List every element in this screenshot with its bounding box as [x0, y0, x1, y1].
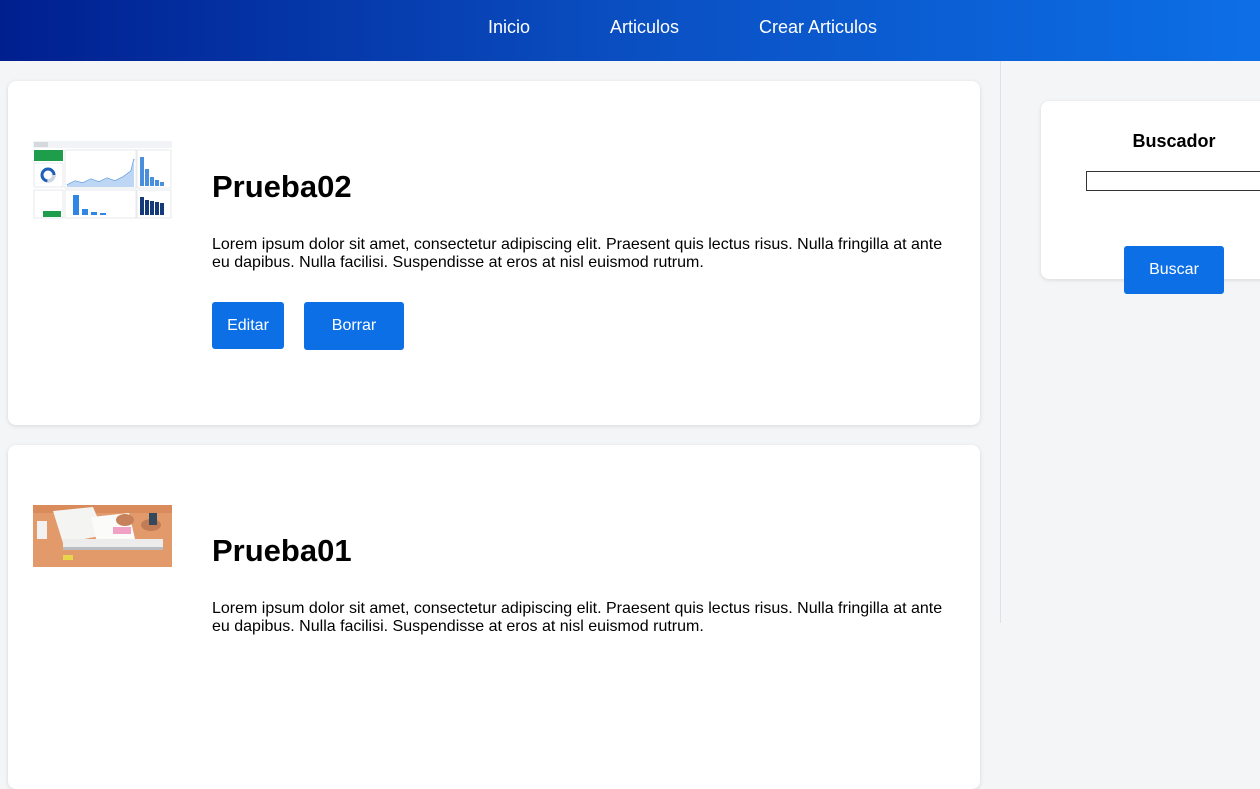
article-body: Lorem ipsum dolor sit amet, consectetur …	[212, 236, 943, 271]
search-button[interactable]: Buscar	[1124, 246, 1224, 294]
article-list: Prueba02 Lorem ipsum dolor sit amet, con…	[0, 61, 1001, 789]
article-body: Lorem ipsum dolor sit amet, consectetur …	[212, 600, 943, 635]
article-thumbnail-dashboard	[33, 141, 172, 219]
search-title: Buscador	[1132, 131, 1216, 151]
article-thumbnail-desk	[33, 505, 172, 567]
search-input[interactable]	[1086, 171, 1260, 191]
nav-link-articulos[interactable]: Articulos	[610, 17, 679, 37]
delete-button[interactable]: Borrar	[304, 302, 404, 350]
article-card: Prueba01 Lorem ipsum dolor sit amet, con…	[8, 445, 980, 789]
search-panel: Buscador Buscar	[1041, 101, 1260, 294]
desk-photo-icon	[33, 505, 172, 567]
dashboard-image-icon	[33, 141, 172, 219]
article-title: Prueba01	[212, 533, 352, 568]
article-card: Prueba02 Lorem ipsum dolor sit amet, con…	[8, 81, 980, 425]
top-navigation: Inicio Articulos Crear Articulos	[0, 0, 1260, 61]
nav-link-inicio[interactable]: Inicio	[488, 17, 530, 37]
edit-button[interactable]: Editar	[212, 302, 284, 349]
nav-link-crear-articulos[interactable]: Crear Articulos	[759, 17, 877, 37]
article-title: Prueba02	[212, 169, 352, 204]
sidebar: Buscador Buscar	[1001, 61, 1260, 623]
